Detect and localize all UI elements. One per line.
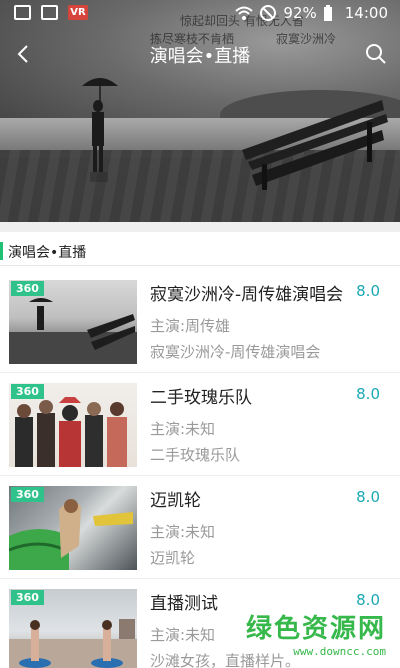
vr-icon: VR xyxy=(68,5,88,20)
person-with-umbrella-image xyxy=(82,78,118,182)
video-score: 8.0 xyxy=(356,385,380,403)
video-description: 寂寞沙洲冷-周传雄演唱会 xyxy=(150,343,321,361)
section-divider xyxy=(0,222,400,232)
video-title[interactable]: 寂寞沙洲冷-周传雄演唱会 xyxy=(150,280,360,305)
status-time: 14:00 xyxy=(344,4,388,22)
video-description: 二手玫瑰乐队 xyxy=(150,446,241,464)
video-thumbnail[interactable]: 360 xyxy=(9,486,137,570)
section-title: 演唱会•直播 xyxy=(8,245,87,261)
video-thumbnail[interactable]: 360 xyxy=(9,589,137,668)
360-badge: 360 xyxy=(11,487,44,502)
search-icon[interactable] xyxy=(364,42,388,66)
video-score: 8.0 xyxy=(356,591,380,609)
top-navigation: 演唱会•直播 xyxy=(0,30,400,78)
watermark-url: www.downcc.com xyxy=(293,645,386,658)
watermark-text: 绿色资源网 xyxy=(245,614,386,644)
video-actor: 主演:未知 xyxy=(150,523,216,541)
video-actor: 主演:周传雄 xyxy=(150,317,231,335)
video-thumbnail[interactable]: 360 xyxy=(9,383,137,467)
video-actor: 主演:未知 xyxy=(150,420,216,438)
video-score: 8.0 xyxy=(356,488,380,506)
video-description: 迈凯轮 xyxy=(150,549,196,567)
status-bar: VR 92% 14:00 xyxy=(0,0,400,28)
video-title[interactable]: 迈凯轮 xyxy=(150,486,360,511)
gallery-notification-icon xyxy=(41,5,58,20)
section-header: 演唱会•直播 xyxy=(0,236,400,266)
bench-image xyxy=(242,100,388,190)
list-item[interactable]: 360 迈凯轮 8.0 主演:未知 迈凯轮 xyxy=(0,476,400,579)
360-badge: 360 xyxy=(11,384,44,399)
battery-percentage: 92% xyxy=(283,4,317,22)
video-score: 8.0 xyxy=(356,282,380,300)
360-badge: 360 xyxy=(11,281,44,296)
video-actor: 主演:未知 xyxy=(150,626,216,644)
video-title[interactable]: 二手玫瑰乐队 xyxy=(150,383,360,408)
section-accent-bar xyxy=(0,242,3,260)
list-item[interactable]: 360 二手玫瑰乐队 8.0 主演:未知 二手玫瑰乐队 xyxy=(0,373,400,476)
watermark: 绿色资源网 www.downcc.com xyxy=(246,608,386,658)
360-badge: 360 xyxy=(11,590,44,605)
list-item[interactable]: 360 寂寞沙洲冷-周传雄演唱会 8.0 主演:周传雄 寂寞沙洲冷-周传雄演唱会 xyxy=(0,270,400,373)
wifi-icon xyxy=(235,6,254,20)
video-thumbnail[interactable]: 360 xyxy=(9,280,137,364)
header-banner: 惊起却回头 有恨无人省 拣尽寒枝不肯栖 寂寞沙洲冷 VR 92% 14:00 演… xyxy=(0,0,400,222)
do-not-disturb-icon xyxy=(260,5,277,21)
page-title: 演唱会•直播 xyxy=(149,46,251,67)
image-notification-icon xyxy=(14,5,31,20)
battery-icon xyxy=(323,5,332,21)
